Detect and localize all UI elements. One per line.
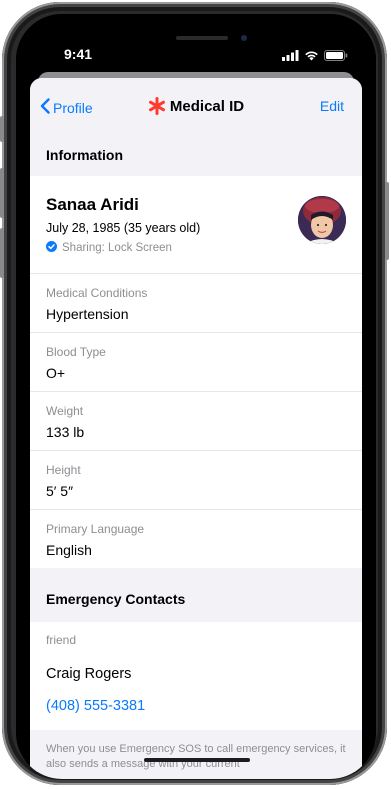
signal-icon xyxy=(282,48,299,66)
information-card: Sanaa Aridi July 28, 1985 (35 years old)… xyxy=(30,176,362,568)
field-value: 133 lb xyxy=(46,424,85,440)
field-label: Medical Conditions xyxy=(46,286,148,300)
phone-frame: 9:41 Profile Medical ID Edit Information… xyxy=(0,2,389,785)
height-row: Height 5′ 5″ xyxy=(30,451,362,510)
status-icons xyxy=(282,48,348,66)
date-of-birth: July 28, 1985 (35 years old) xyxy=(46,221,201,235)
checkmark-badge-icon xyxy=(46,241,57,255)
avatar[interactable] xyxy=(298,196,346,244)
field-label: Blood Type xyxy=(46,345,106,359)
primary-language-row: Primary Language English xyxy=(30,510,362,568)
field-label: Primary Language xyxy=(46,522,145,536)
field-label: Height xyxy=(46,463,81,477)
profile-summary: Sanaa Aridi July 28, 1985 (35 years old)… xyxy=(30,176,362,274)
field-label: Weight xyxy=(46,404,84,418)
medical-id-sheet: Profile Medical ID Edit Information Sana… xyxy=(30,78,362,779)
contact-name: Craig Rogers xyxy=(46,666,132,682)
emergency-contacts-header: Emergency Contacts xyxy=(30,576,362,622)
volume-down-button xyxy=(0,228,4,278)
field-value: English xyxy=(46,542,92,558)
power-button xyxy=(385,182,389,260)
home-indicator[interactable] xyxy=(144,758,250,762)
person-name: Sanaa Aridi xyxy=(46,195,139,214)
speaker-grille xyxy=(176,36,228,40)
field-value: Hypertension xyxy=(46,306,129,322)
navigation-bar: Profile Medical ID Edit xyxy=(30,78,362,134)
status-bar: 9:41 xyxy=(16,14,376,72)
sharing-status: Sharing: Lock Screen xyxy=(46,241,172,255)
emergency-contact: friend Craig Rogers (408) 555-3381 xyxy=(30,622,362,730)
information-header: Information xyxy=(30,134,362,176)
volume-up-button xyxy=(0,168,4,218)
medical-conditions-row: Medical Conditions Hypertension xyxy=(30,274,362,333)
screen: 9:41 Profile Medical ID Edit Information… xyxy=(16,14,376,779)
edit-button[interactable]: Edit xyxy=(320,98,344,114)
status-time: 9:41 xyxy=(64,46,93,62)
front-camera xyxy=(241,35,247,41)
blood-type-row: Blood Type O+ xyxy=(30,333,362,392)
page-title-text: Medical ID xyxy=(169,98,245,115)
emergency-sos-note: When you use Emergency SOS to call emerg… xyxy=(30,730,362,772)
wifi-icon xyxy=(304,48,319,66)
contact-relationship: friend xyxy=(46,633,77,647)
field-value: O+ xyxy=(46,365,66,381)
weight-row: Weight 133 lb xyxy=(30,392,362,451)
field-value: 5′ 5″ xyxy=(46,483,74,499)
mute-switch xyxy=(0,116,4,142)
sharing-text: Sharing: Lock Screen xyxy=(62,242,172,254)
page-title: Medical ID xyxy=(30,97,362,116)
contact-phone-link[interactable]: (408) 555-3381 xyxy=(46,698,145,714)
medical-star-icon xyxy=(148,97,166,116)
battery-icon xyxy=(324,48,348,66)
